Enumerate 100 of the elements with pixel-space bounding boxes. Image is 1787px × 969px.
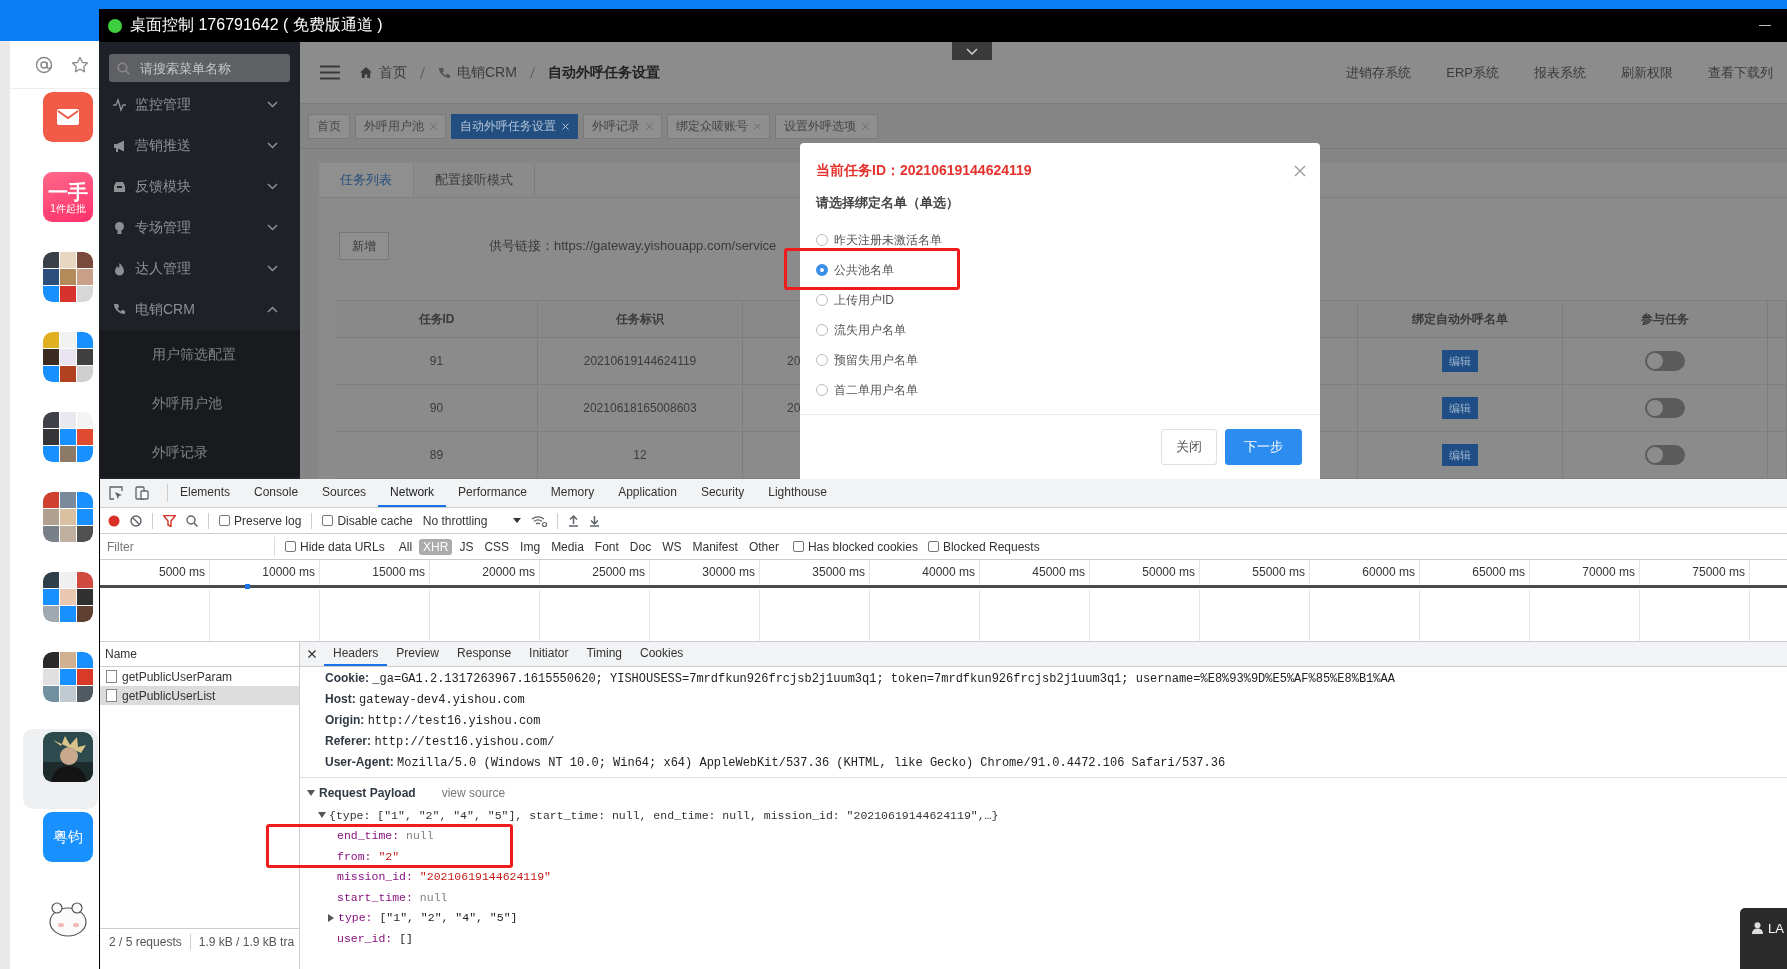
submenu-item[interactable]: 外呼记录 — [99, 428, 300, 477]
header-link[interactable]: 报表系统 — [1534, 63, 1586, 82]
checkbox[interactable] — [322, 515, 334, 526]
type-filter[interactable]: Doc — [625, 538, 656, 555]
radio-button[interactable] — [816, 264, 828, 276]
search-field[interactable]: 请搜索菜单名称 — [109, 54, 290, 82]
upload-icon[interactable] — [568, 514, 580, 527]
detail-tab[interactable]: Headers — [324, 642, 388, 666]
detail-tab[interactable]: Timing — [577, 642, 631, 666]
tick-label: 75000 ms — [1640, 560, 1750, 584]
column-header: 任务标识 — [538, 301, 743, 338]
detail-tab[interactable]: Response — [448, 642, 521, 666]
menu-item[interactable]: 反馈模块 — [99, 166, 300, 207]
edit-button[interactable]: 编辑 — [1442, 350, 1478, 372]
expanded-arrow-icon[interactable] — [307, 789, 315, 797]
tick-label: 60000 ms — [1310, 560, 1420, 584]
panel-tab[interactable]: Console — [242, 479, 311, 507]
network-conditions-icon[interactable] — [531, 514, 548, 527]
checkbox[interactable] — [219, 515, 230, 526]
header-line: Referer: http://test16.yishou.com/ — [325, 733, 556, 751]
filter-icon[interactable] — [163, 514, 176, 527]
star-icon[interactable] — [71, 55, 89, 74]
radio-option[interactable]: 上传用户ID — [816, 285, 1320, 315]
type-filter[interactable]: Other — [744, 538, 783, 555]
menu-item[interactable]: 达人管理 — [99, 248, 300, 289]
detail-tab[interactable]: Initiator — [520, 642, 578, 666]
add-button[interactable]: 新增 — [339, 232, 389, 260]
table-cell: 20210618165008603 — [538, 385, 743, 432]
menu-item[interactable]: 监控管理 — [99, 84, 300, 125]
type-filter[interactable]: CSS — [480, 538, 514, 555]
header-link[interactable]: 刷新权限 — [1621, 63, 1673, 82]
close-icon[interactable] — [308, 650, 316, 658]
checkbox[interactable] — [792, 541, 804, 552]
throttling-dropdown[interactable]: No throttling — [422, 513, 522, 528]
type-filter[interactable]: All — [394, 538, 417, 555]
edit-button[interactable]: 编辑 — [1442, 397, 1478, 419]
type-filter[interactable]: Manifest — [688, 538, 742, 555]
summary-text: 1.9 kB / 1.9 kB tra — [198, 935, 295, 949]
mention-icon[interactable] — [35, 55, 53, 74]
detail-tab[interactable]: Preview — [387, 642, 449, 666]
bulb-icon — [113, 220, 126, 235]
collapse-tab[interactable] — [952, 42, 992, 60]
record-icon[interactable] — [108, 514, 120, 527]
panel-tab[interactable]: Lighthouse — [756, 479, 839, 507]
panel-tab[interactable]: Performance — [446, 479, 539, 507]
menu-item[interactable]: 电销CRM — [99, 289, 300, 330]
tick-label: 35000 ms — [760, 560, 870, 584]
toggle-switch[interactable] — [1645, 445, 1685, 465]
search-input[interactable]: 请搜索菜单名称 — [138, 59, 262, 77]
tick-label: 25000 ms — [540, 560, 650, 584]
header-line: Cookie: _ga=GA1.2.1317263967.1615550620; YISHOUSESS=7mrdfkun926frcjsb2j1uum3q1; token=7mrdfkun926frcjsb2j1uum3q1; username=%E8%93%9D%E5%AF%85%E8%B1%AA — [325, 670, 1396, 688]
edit-button[interactable]: 编辑 — [1442, 444, 1478, 466]
menu-item[interactable]: 营销推送 — [99, 125, 300, 166]
view-source-link[interactable]: view source — [441, 786, 506, 800]
expanded-arrow-icon[interactable] — [318, 811, 326, 820]
header-link[interactable]: 查看下载列 — [1708, 63, 1773, 82]
panel-tab[interactable]: Elements — [168, 479, 243, 507]
checkbox[interactable] — [927, 541, 939, 552]
download-icon[interactable] — [589, 514, 601, 527]
clear-icon[interactable] — [130, 514, 142, 527]
type-filter[interactable]: Img — [516, 538, 545, 555]
collapsed-arrow-icon[interactable] — [327, 913, 335, 922]
search-icon[interactable] — [186, 514, 198, 527]
header-link[interactable]: 进销存系统 — [1346, 63, 1412, 82]
inspect-icon[interactable] — [109, 486, 123, 500]
panel-tab[interactable]: Network — [378, 479, 447, 507]
menu-icon[interactable] — [320, 65, 340, 80]
submenu-item[interactable]: 外呼用户池 — [99, 379, 300, 428]
panel-tab[interactable]: Memory — [538, 479, 607, 507]
panel-tab[interactable]: Security — [688, 479, 757, 507]
toggle-switch[interactable] — [1645, 351, 1685, 371]
type-filter[interactable]: JS — [455, 538, 478, 555]
type-filter[interactable]: Media — [547, 538, 588, 555]
chat-item[interactable] — [23, 729, 98, 809]
header-link[interactable]: ERP系统 — [1446, 63, 1499, 82]
radio-option[interactable]: 昨天注册未激活名单 — [816, 225, 1320, 255]
panel-tab[interactable]: Application — [606, 479, 689, 507]
toggle-switch[interactable] — [1645, 398, 1685, 418]
mail-icon[interactable] — [43, 92, 93, 142]
panel-tab[interactable]: Sources — [310, 479, 379, 507]
request-row[interactable]: getPublicUserParam — [100, 667, 299, 686]
payload-property: end_time: null — [337, 829, 434, 843]
chevron-icon — [966, 47, 978, 55]
flame-icon — [113, 261, 126, 276]
type-filter[interactable]: Font — [590, 538, 623, 555]
request-row[interactable]: getPublicUserList — [100, 686, 299, 705]
detail-tab[interactable]: Cookies — [631, 642, 693, 666]
payload-property: start_time: null — [337, 890, 448, 904]
close-button[interactable]: 关闭 — [1161, 429, 1217, 465]
payload-property: from: "2" — [337, 849, 400, 863]
section-title: Request Payload — [319, 786, 416, 800]
tab[interactable]: 自动外呼任务设置 — [451, 113, 578, 139]
megaphone-icon — [113, 138, 126, 153]
menu-item[interactable]: 专场管理 — [99, 207, 300, 248]
checkbox[interactable] — [285, 541, 296, 552]
radio-option[interactable]: 公共池名单 — [816, 255, 1320, 285]
type-filter[interactable]: WS — [658, 538, 686, 555]
dialog-title: 当前任务ID：20210619144624119 — [816, 162, 1032, 180]
submenu-item[interactable]: 用户筛选配置 — [99, 330, 300, 379]
device-icon[interactable] — [135, 486, 149, 500]
